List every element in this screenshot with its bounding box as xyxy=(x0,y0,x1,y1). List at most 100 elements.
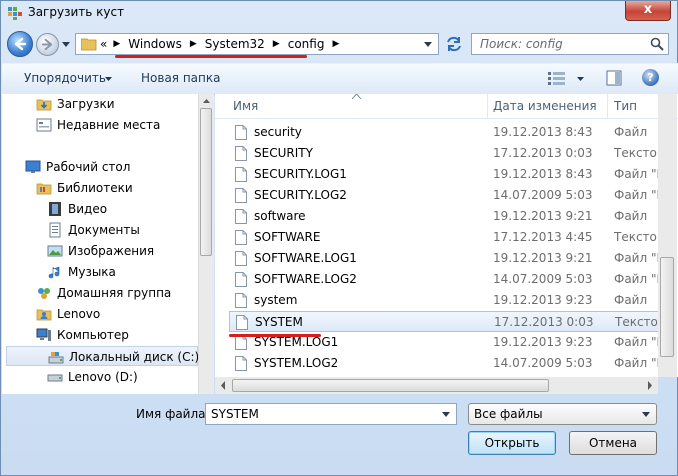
help-icon[interactable]: ? xyxy=(642,69,659,86)
preview-pane-icon[interactable] xyxy=(606,70,622,86)
file-type: Файл "L xyxy=(614,167,664,181)
file-row[interactable]: SOFTWARE.LOG1 19.12.2013 9:21 Файл "L xyxy=(229,248,664,269)
file-row[interactable]: SECURITY.LOG2 14.07.2009 5:03 Файл "L xyxy=(229,185,663,206)
chevron-down-icon[interactable] xyxy=(105,77,112,81)
chevron-right-icon[interactable]: ▶ xyxy=(107,39,126,49)
navigation-bar: « ▶ Windows ▶ System32 ▶ config ▶ Поиск:… xyxy=(1,29,677,61)
chevron-down-icon[interactable] xyxy=(642,412,650,417)
breadcrumb-system32[interactable]: System32 xyxy=(203,37,267,51)
column-divider[interactable] xyxy=(607,94,608,118)
file-name: SYSTEM xyxy=(255,315,303,329)
breadcrumb-overflow[interactable]: « xyxy=(100,37,107,51)
file-list-vertical-scroll-thumb[interactable] xyxy=(660,257,674,357)
file-type: Файл xyxy=(614,293,648,307)
file-date: 14.07.2009 5:03 xyxy=(493,272,593,286)
scroll-up-icon[interactable] xyxy=(199,95,214,107)
close-button[interactable]: x xyxy=(625,1,671,21)
file-row[interactable]: SOFTWARE 17.12.2013 4:45 Текстов xyxy=(229,227,664,248)
nav-item-label: Изображения xyxy=(68,244,155,258)
view-options-icon[interactable] xyxy=(547,70,567,86)
back-button[interactable] xyxy=(7,31,33,57)
refresh-icon[interactable] xyxy=(442,33,466,55)
folder-icon xyxy=(81,38,97,51)
file-type: Файл "L xyxy=(614,251,664,265)
search-input[interactable]: Поиск: config xyxy=(480,37,563,51)
file-row[interactable]: SOFTWARE.LOG2 14.07.2009 5:03 Файл "L xyxy=(229,269,664,290)
file-icon xyxy=(235,125,247,140)
file-name: SYSTEM.LOG2 xyxy=(254,356,339,370)
load-hive-dialog: Загрузить куст x « ▶ Windows ▶ System32 … xyxy=(0,0,678,476)
address-bar[interactable]: « ▶ Windows ▶ System32 ▶ config ▶ xyxy=(75,33,439,55)
file-list-horizontal-scrollbar[interactable] xyxy=(215,377,658,394)
chevron-right-icon[interactable]: ▶ xyxy=(326,39,345,49)
search-box[interactable]: Поиск: config xyxy=(471,33,669,55)
column-headers: Имя Дата изменения Тип xyxy=(215,94,678,119)
column-name-header[interactable]: Имя xyxy=(233,99,258,113)
file-type: Файл "L xyxy=(614,356,664,370)
column-type-header[interactable]: Тип xyxy=(614,99,637,113)
filename-input[interactable]: SYSTEM xyxy=(211,407,259,421)
organize-button[interactable]: Упорядочить xyxy=(24,71,106,85)
libraries-icon xyxy=(36,183,52,195)
close-icon: x xyxy=(643,2,653,17)
chevron-down-icon[interactable] xyxy=(442,412,450,417)
title-bar[interactable]: Загрузить куст x xyxy=(1,1,677,25)
file-icon xyxy=(235,335,247,350)
nav-item-local-disk-c[interactable]: Локальный диск (C:) xyxy=(6,346,200,366)
nav-item-label: Видео xyxy=(68,202,108,216)
file-row[interactable]: SECURITY 17.12.2013 0:03 Текстов xyxy=(229,143,664,164)
annotation-underline-selected-file xyxy=(229,334,321,337)
disk-drive-icon xyxy=(47,374,63,382)
chevron-right-icon[interactable]: ▶ xyxy=(267,39,286,49)
nav-item-label: Lenovo xyxy=(57,307,101,321)
nav-item-label: Документы xyxy=(68,223,140,237)
file-row[interactable]: software 19.12.2013 9:21 Файл xyxy=(229,206,660,227)
breadcrumb-windows[interactable]: Windows xyxy=(126,37,184,51)
file-icon xyxy=(235,251,247,266)
history-dropdown-icon[interactable] xyxy=(62,42,70,48)
nav-item-label: Музыка xyxy=(68,265,116,279)
file-type-select[interactable]: Все файлы xyxy=(468,403,657,425)
file-name: security xyxy=(254,125,302,139)
filename-combobox[interactable]: SYSTEM xyxy=(205,403,457,425)
file-icon xyxy=(235,167,247,182)
file-name: SOFTWARE xyxy=(254,230,321,244)
file-type: Файл "L xyxy=(614,335,664,349)
breadcrumb-config[interactable]: config xyxy=(286,37,327,51)
file-row[interactable]: system 19.12.2013 9:23 Файл xyxy=(229,290,660,311)
forward-button[interactable] xyxy=(36,33,59,56)
search-icon[interactable] xyxy=(650,37,664,51)
file-row[interactable]: SYSTEM 17.12.2013 0:03 Текстов xyxy=(229,311,665,332)
file-date: 17.12.2013 0:03 xyxy=(493,146,593,160)
file-row[interactable]: SECURITY.LOG1 19.12.2013 8:43 Файл "L xyxy=(229,164,664,185)
file-icon xyxy=(235,230,247,245)
nav-item-label: Домашняя группа xyxy=(57,286,172,300)
file-date: 19.12.2013 9:21 xyxy=(493,251,593,265)
scroll-left-icon[interactable] xyxy=(217,377,229,394)
file-icon xyxy=(235,356,247,371)
file-icon xyxy=(235,188,247,203)
file-row[interactable]: SYSTEM.LOG2 14.07.2009 5:03 Файл "L xyxy=(229,353,664,374)
file-list-horizontal-scroll-thumb[interactable] xyxy=(232,379,549,392)
file-type: Текстов xyxy=(614,146,664,160)
address-dropdown-icon[interactable] xyxy=(424,42,432,47)
nav-item-label: Компьютер xyxy=(57,328,129,342)
file-type: Файл "L xyxy=(614,272,664,286)
nav-item-label: Локальный диск (C:) xyxy=(69,350,200,364)
cancel-button[interactable]: Отмена xyxy=(569,431,657,455)
navigation-pane-scrollbar[interactable] xyxy=(198,94,214,394)
file-row[interactable]: security 19.12.2013 8:43 Файл xyxy=(229,122,660,143)
file-name: SOFTWARE.LOG1 xyxy=(254,251,357,265)
file-list-vertical-scrollbar[interactable] xyxy=(658,94,677,377)
file-type-value: Все файлы xyxy=(474,407,543,421)
navigation-pane-scroll-thumb[interactable] xyxy=(200,108,212,256)
column-divider[interactable] xyxy=(487,94,488,118)
column-date-header[interactable]: Дата изменения xyxy=(493,99,597,113)
chevron-right-icon[interactable]: ▶ xyxy=(184,39,203,49)
file-date: 17.12.2013 4:45 xyxy=(493,230,593,244)
scroll-right-icon[interactable] xyxy=(644,377,656,394)
new-folder-button[interactable]: Новая папка xyxy=(141,71,220,85)
open-button[interactable]: Открыть xyxy=(468,431,556,455)
annotation-underline-path xyxy=(115,55,307,58)
chevron-down-icon[interactable] xyxy=(577,77,584,81)
